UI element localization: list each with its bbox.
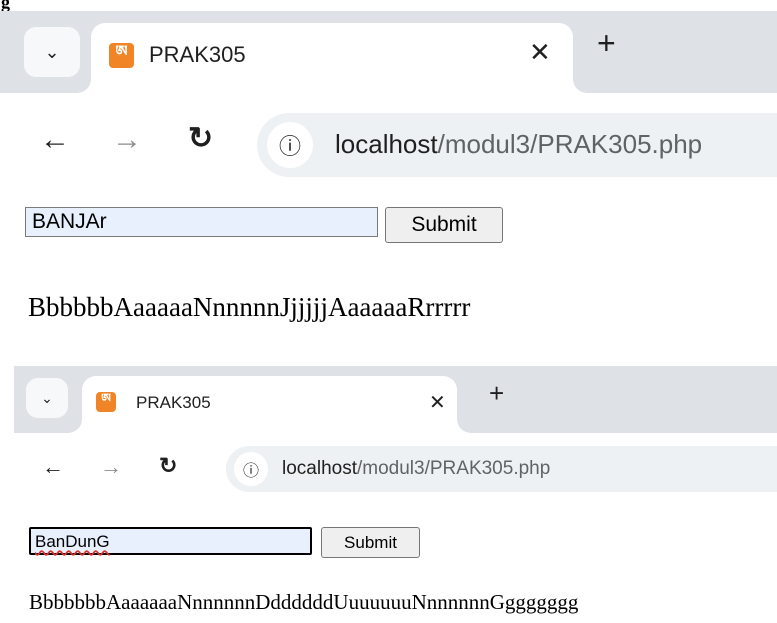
tab-search-button[interactable]: ⌄ (24, 27, 80, 77)
browser-toolbar: ← → ↻ ⓘ localhost/modul3/PRAK305.php (0, 93, 777, 189)
tab-strip: ⌄ ཨ PRAK305 ✕ + (14, 366, 777, 433)
tab-strip: ⌄ ཨ PRAK305 ✕ + (0, 11, 777, 93)
tab-title: PRAK305 (149, 42, 246, 67)
browser-tab[interactable]: ཨ PRAK305 ✕ (91, 23, 573, 93)
chevron-down-icon: ⌄ (41, 389, 53, 406)
browser-window-b: ⌄ ཨ PRAK305 ✕ + ← → ↻ ⓘ localhost/modul3… (14, 366, 777, 508)
forward-arrow-icon[interactable]: → (100, 454, 122, 480)
address-bar[interactable]: ⓘ localhost/modul3/PRAK305.php (226, 446, 777, 492)
tab-search-button[interactable]: ⌄ (26, 378, 68, 418)
close-icon[interactable]: ✕ (429, 390, 446, 415)
forward-arrow-icon[interactable]: → (112, 123, 142, 157)
xampp-icon: ཨ (109, 43, 134, 68)
reload-icon[interactable]: ↻ (159, 453, 177, 479)
result-output: BbbbbbAaaaaaNnnnnnJjjjjjAaaaaaRrrrrr (28, 292, 471, 322)
url-text: localhost/modul3/PRAK305.php (282, 458, 550, 480)
url-text: localhost/modul3/PRAK305.php (335, 129, 702, 160)
plus-icon[interactable]: + (489, 380, 504, 406)
url-path: /modul3/PRAK305.php (437, 129, 703, 159)
back-arrow-icon[interactable]: ← (42, 454, 64, 480)
result-output: BbbbbbbAaaaaaaNnnnnnnDddddddUuuuuuuNnnnn… (29, 590, 579, 614)
back-arrow-icon[interactable]: ← (40, 123, 70, 157)
url-host: localhost (282, 458, 357, 479)
submit-button[interactable]: Submit (321, 527, 420, 558)
xampp-icon: ཨ (96, 391, 116, 412)
submit-button[interactable]: Submit (385, 207, 503, 243)
url-host: localhost (335, 129, 438, 159)
close-icon[interactable]: ✕ (529, 37, 551, 68)
text-input[interactable]: BANJAr (25, 207, 378, 237)
plus-icon[interactable]: + (597, 27, 616, 59)
info-icon[interactable]: ⓘ (267, 122, 313, 168)
info-icon[interactable]: ⓘ (234, 452, 268, 486)
browser-tab[interactable]: ཨ PRAK305 ✕ (82, 376, 457, 433)
browser-window-a: ⌄ ཨ PRAK305 ✕ + ← → ↻ ⓘ localhost/modul3… (0, 11, 777, 189)
url-path: /modul3/PRAK305.php (357, 458, 551, 479)
input-value: BanDunG (35, 532, 110, 551)
reload-icon[interactable]: ↻ (188, 121, 213, 156)
browser-toolbar: ← → ↻ ⓘ localhost/modul3/PRAK305.php (14, 433, 777, 508)
text-input[interactable]: BanDunG (29, 527, 312, 555)
address-bar[interactable]: ⓘ localhost/modul3/PRAK305.php (257, 113, 777, 177)
tab-title: PRAK305 (136, 393, 211, 412)
chevron-down-icon: ⌄ (44, 41, 60, 62)
